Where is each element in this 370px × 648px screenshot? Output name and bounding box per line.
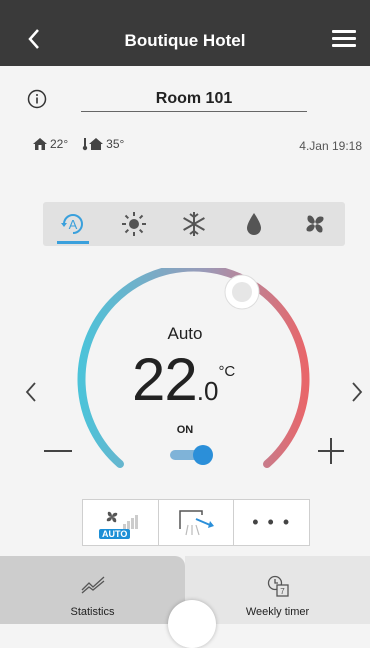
more-options-icon: • • •	[252, 512, 292, 532]
temperature-readouts: 22° 35°	[32, 137, 124, 151]
room-name-field[interactable]: Room 101	[81, 90, 307, 112]
mode-auto-button[interactable]: A	[43, 202, 103, 246]
dial-handle[interactable]	[222, 272, 262, 312]
header-bar: Boutique Hotel	[0, 0, 370, 66]
center-home-button[interactable]	[168, 600, 216, 648]
indoor-home-icon	[33, 138, 47, 150]
outdoor-temperature: 35°	[82, 137, 124, 151]
options-bar: AUTO • • •	[82, 499, 310, 546]
power-label: ON	[176, 424, 194, 436]
page-title: Boutique Hotel	[124, 31, 246, 50]
outdoor-thermometer-icon	[82, 138, 104, 151]
heat-mode-icon	[121, 212, 146, 236]
mode-fan-button[interactable]	[285, 202, 345, 246]
mode-heat-button[interactable]	[103, 202, 163, 246]
fan-mode-icon	[306, 215, 324, 233]
mode-cool-button[interactable]	[164, 202, 224, 246]
mode-selector: A	[43, 202, 345, 246]
statistics-chart-icon	[81, 576, 104, 594]
info-icon[interactable]	[27, 89, 47, 109]
date-time: 4.Jan 19:18	[299, 139, 362, 153]
increase-temperature-button[interactable]	[318, 438, 344, 464]
airflow-direction-button[interactable]	[159, 500, 235, 545]
svg-text:A: A	[69, 217, 78, 232]
setpoint-unit: °C	[218, 363, 236, 380]
setpoint-integer: 22	[132, 346, 198, 413]
current-mode-label: Auto	[167, 324, 203, 343]
fan-speed-button[interactable]: AUTO	[83, 500, 159, 545]
tab-statistics[interactable]: Statistics	[0, 556, 185, 624]
svg-text:7: 7	[280, 587, 285, 596]
cool-mode-icon	[183, 212, 205, 236]
indoor-temperature: 22°	[32, 137, 68, 151]
fan-speed-auto-badge: AUTO	[99, 529, 131, 539]
tab-statistics-label: Statistics	[70, 606, 115, 618]
hamburger-menu-icon[interactable]	[332, 30, 356, 50]
decrease-temperature-button[interactable]	[44, 450, 72, 452]
airflow-direction-icon	[179, 509, 214, 535]
dry-mode-icon	[247, 213, 262, 235]
mode-dry-button[interactable]	[224, 202, 284, 246]
previous-arrow-icon[interactable]	[24, 380, 38, 404]
next-arrow-icon[interactable]	[350, 380, 364, 404]
weekly-timer-icon: 7	[267, 575, 289, 597]
auto-mode-icon: A	[61, 214, 84, 234]
more-options-button[interactable]: • • •	[234, 500, 309, 545]
setpoint-decimal: .0	[196, 376, 219, 406]
setpoint-display: 22.0°C	[132, 345, 262, 414]
power-toggle[interactable]	[169, 444, 215, 466]
